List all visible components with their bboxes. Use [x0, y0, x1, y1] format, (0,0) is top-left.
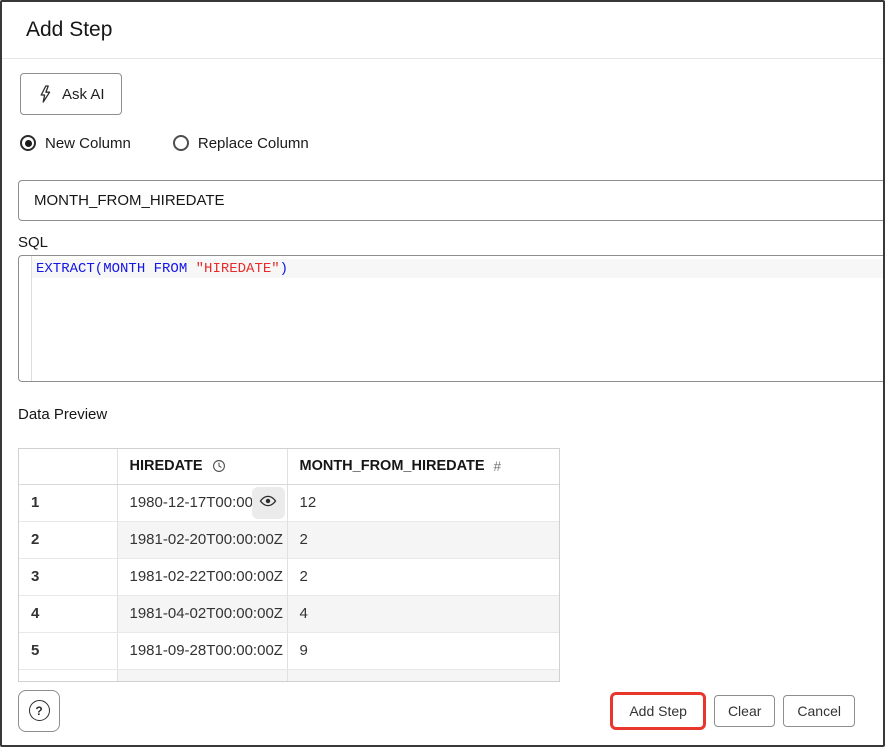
radio-new-column[interactable]: New Column — [20, 135, 131, 152]
help-button[interactable]: ? — [18, 690, 60, 732]
add-step-dialog: Add Step Ask AI New Column Replace Colum… — [0, 0, 885, 747]
cancel-button[interactable]: Cancel — [783, 695, 855, 727]
sql-code-editor[interactable]: EXTRACT(MONTH FROM "HIREDATE") — [18, 255, 885, 382]
dialog-content: Ask AI New Column Replace Column SQL EXT… — [2, 59, 883, 682]
hiredate-cell: 1981-04-02T00:00:00Z — [117, 595, 287, 632]
question-mark-icon: ? — [29, 700, 50, 721]
eye-icon — [259, 493, 277, 512]
ask-ai-label: Ask AI — [62, 86, 105, 103]
dialog-footer: ? Add Step Clear Cancel — [2, 682, 883, 745]
sql-keyword-token: EXTRACT(MONTH FROM — [36, 261, 196, 277]
table-row: 4 1981-04-02T00:00:00Z 4 — [19, 595, 559, 632]
month-cell — [287, 669, 559, 682]
column-mode-radio-group: New Column Replace Column — [20, 133, 883, 153]
month-cell: 2 — [287, 521, 559, 558]
add-step-button[interactable]: Add Step — [613, 695, 703, 727]
hiredate-cell: 1981-02-20T00:00:00Z — [117, 521, 287, 558]
month-cell: 9 — [287, 632, 559, 669]
month-cell: 12 — [287, 484, 559, 521]
row-number-header — [19, 449, 117, 484]
replace-column-label: Replace Column — [198, 135, 309, 152]
hiredate-cell: 1981-02-22T00:00:00Z — [117, 558, 287, 595]
row-number-cell: 3 — [19, 558, 117, 595]
row-number-cell: 5 — [19, 632, 117, 669]
row-number-cell: 1 — [19, 484, 117, 521]
data-preview-label: Data Preview — [18, 405, 883, 425]
footer-actions: Add Step Clear Cancel — [610, 692, 855, 730]
table-row: 5 1981-09-28T00:00:00Z 9 — [19, 632, 559, 669]
sql-expression: EXTRACT(MONTH FROM "HIREDATE") — [19, 256, 885, 278]
radio-selected-icon — [20, 135, 36, 151]
radio-replace-column[interactable]: Replace Column — [173, 135, 309, 152]
hash-icon: # — [494, 459, 502, 474]
table-row: 1 1980-12-17T00:00:00Z — [19, 484, 559, 521]
month-cell: 2 — [287, 558, 559, 595]
view-cell-value-button[interactable] — [252, 487, 285, 519]
clear-button[interactable]: Clear — [714, 695, 775, 727]
row-number-cell: 2 — [19, 521, 117, 558]
hiredate-cell: 1981-09-28T00:00:00Z — [117, 632, 287, 669]
sql-keyword-token: ) — [280, 261, 288, 277]
clock-icon — [212, 459, 226, 473]
month-column-header: MONTH_FROM_HIREDATE # — [287, 449, 559, 484]
hiredate-cell: 1980-12-17T00:00:00Z — [117, 484, 287, 521]
row-number-cell — [19, 669, 117, 682]
data-preview-table: HIREDATE MONTH_FROM_HIREDATE — [18, 448, 560, 682]
table-header-row: HIREDATE MONTH_FROM_HIREDATE — [19, 449, 559, 484]
row-number-cell: 4 — [19, 595, 117, 632]
ask-ai-button[interactable]: Ask AI — [20, 73, 122, 115]
hiredate-column-header: HIREDATE — [117, 449, 287, 484]
lightning-bolt-icon — [37, 85, 52, 103]
column-name-input[interactable] — [18, 180, 885, 221]
new-column-label: New Column — [45, 135, 131, 152]
month-cell: 4 — [287, 595, 559, 632]
table-row-partial — [19, 669, 559, 682]
radio-unselected-icon — [173, 135, 189, 151]
sql-string-token: "HIREDATE" — [196, 261, 280, 277]
red-highlight-annotation: Add Step — [610, 692, 706, 730]
sql-label: SQL — [18, 233, 883, 253]
page-title: Add Step — [26, 18, 112, 42]
table-row: 3 1981-02-22T00:00:00Z 2 — [19, 558, 559, 595]
hiredate-cell — [117, 669, 287, 682]
table-row: 2 1981-02-20T00:00:00Z 2 — [19, 521, 559, 558]
dialog-header: Add Step — [2, 2, 883, 59]
